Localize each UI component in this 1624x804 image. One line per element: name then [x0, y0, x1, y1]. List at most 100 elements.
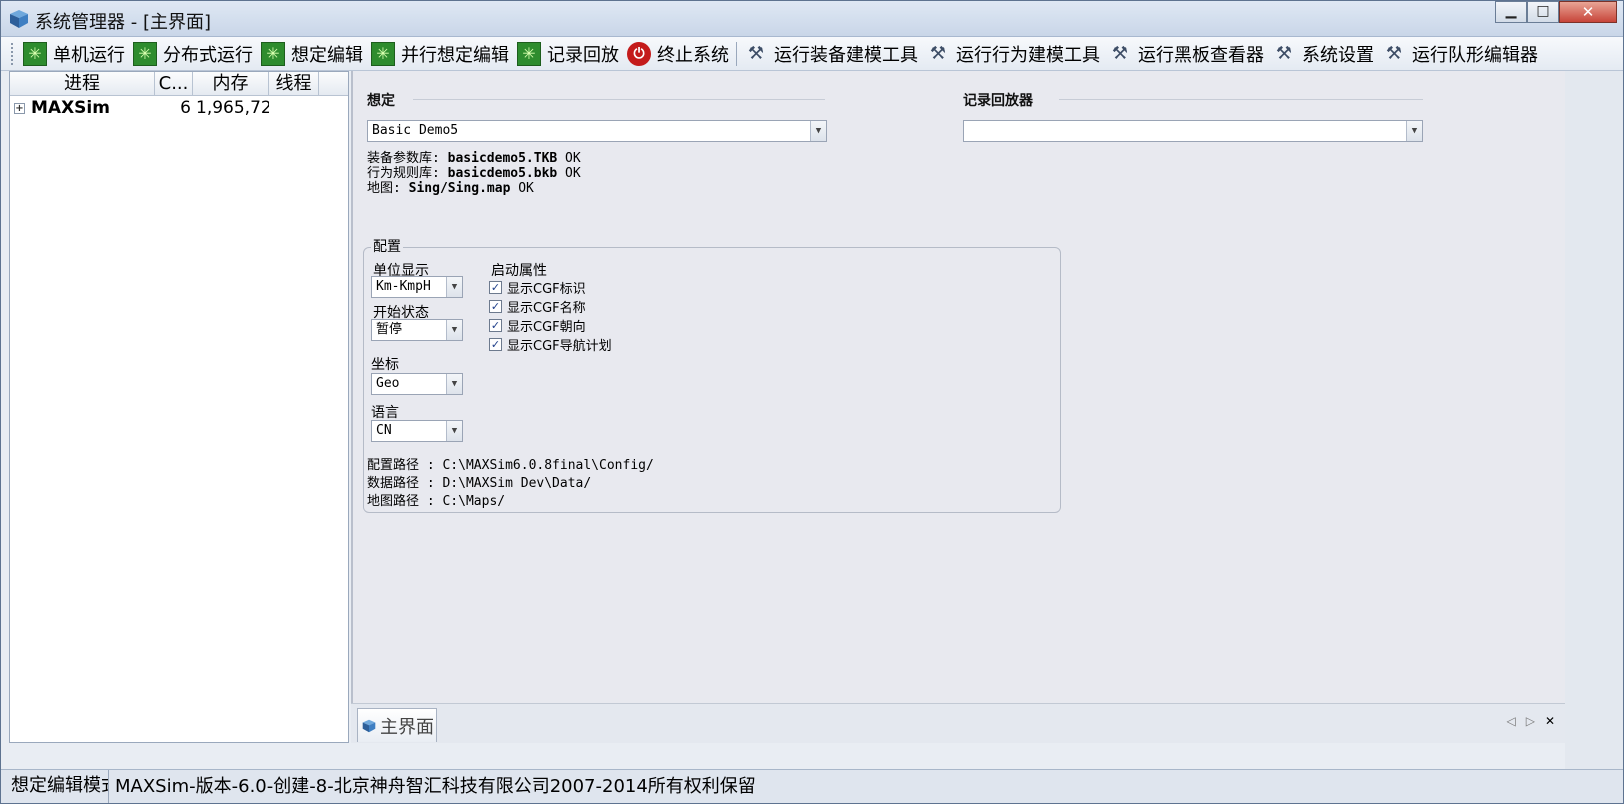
close-button[interactable]: ✕ [1559, 1, 1617, 23]
system-settings-button[interactable]: ⚒ 系统设置 [1268, 39, 1378, 69]
parallel-scenario-edit-button[interactable]: ✳ 并行想定编辑 [367, 39, 513, 69]
scenario-select[interactable]: Basic Demo5 ▼ [367, 120, 827, 142]
green-star-icon: ✳ [261, 41, 285, 66]
config-group-title: 配置 [371, 236, 403, 256]
document-tab-strip: 主界面 ◁ ▷ ✕ [351, 703, 1565, 743]
show-cgf-heading-checkbox[interactable]: ✓ 显示CGF朝向 [489, 316, 586, 335]
map-status: OK [510, 181, 534, 196]
toolbar-label: 终止系统 [657, 44, 729, 66]
green-star-icon: ✳ [133, 41, 157, 66]
checkbox-label: 显示CGF导航计划 [507, 339, 612, 354]
chevron-down-icon[interactable]: ▼ [446, 320, 462, 340]
equipment-modeling-tool-button[interactable]: ⚒ 运行装备建模工具 [740, 39, 922, 69]
show-cgf-nav-plan-checkbox[interactable]: ✓ 显示CGF导航计划 [489, 335, 612, 354]
checkbox-checked-icon[interactable]: ✓ [489, 281, 502, 294]
start-state-select[interactable]: 暂停 ▼ [371, 319, 463, 341]
tools-icon: ⚒ [929, 43, 947, 64]
green-star-icon: ✳ [371, 41, 395, 66]
scenario-selected-value: Basic Demo5 [372, 123, 459, 138]
green-star-icon: ✳ [23, 41, 47, 66]
column-header-memory[interactable]: 内存 [193, 72, 269, 95]
toolbar-label: 系统设置 [1302, 44, 1374, 66]
tools-icon: ⚒ [1385, 43, 1403, 64]
green-star-icon: ✳ [517, 41, 541, 66]
chevron-down-icon[interactable]: ▼ [446, 277, 462, 297]
toolbar-label: 运行队形编辑器 [1412, 44, 1538, 66]
tab-scroll-left-icon[interactable]: ◁ [1506, 714, 1515, 728]
standalone-run-button[interactable]: ✳ 单机运行 [19, 39, 129, 69]
chevron-down-icon[interactable]: ▼ [446, 421, 462, 441]
toolbar-label: 运行行为建模工具 [956, 44, 1100, 66]
minimize-button[interactable]: ▁ [1495, 1, 1527, 23]
coordinate-select[interactable]: Geo ▼ [371, 373, 463, 395]
terminate-system-button[interactable]: ⏻ 终止系统 [623, 39, 733, 69]
map-label: 地图: [367, 181, 409, 196]
window-right-margin [1565, 71, 1623, 769]
replayer-select[interactable]: ▼ [963, 120, 1423, 142]
formation-editor-button[interactable]: ⚒ 运行队形编辑器 [1378, 39, 1542, 69]
unit-display-value: Km-KmpH [376, 279, 431, 294]
toolbar-label: 记录回放 [547, 44, 619, 66]
close-icon: ✕ [1581, 3, 1595, 21]
toolbar-label: 分布式运行 [163, 44, 253, 66]
data-path: 数据路径 : D:\MAXSim Dev\Data/ [367, 476, 592, 491]
chevron-down-icon[interactable]: ▼ [446, 374, 462, 394]
toolbar-separator [736, 41, 737, 66]
config-path: 配置路径 : C:\MAXSim6.0.8final\Config/ [367, 458, 654, 473]
replayer-section-title: 记录回放器 [963, 93, 1033, 109]
tab-main[interactable]: 主界面 [357, 708, 437, 742]
toolbar-label: 并行想定编辑 [401, 44, 509, 66]
maximize-icon: □ [1536, 3, 1550, 19]
tab-scroll-right-icon[interactable]: ▷ [1526, 714, 1535, 728]
language-label: 语言 [371, 405, 399, 421]
title-bar: 系统管理器 - [主界面] ▁ □ ✕ [1, 1, 1623, 37]
tab-close-icon[interactable]: ✕ [1545, 714, 1555, 728]
record-replay-button[interactable]: ✳ 记录回放 [513, 39, 623, 69]
column-header-process[interactable]: 进程 [10, 72, 155, 95]
toolbar-label: 想定编辑 [291, 44, 363, 66]
language-value: CN [376, 423, 392, 438]
process-name: MAXSim [31, 98, 110, 118]
tools-icon: ⚒ [1275, 43, 1293, 64]
checkbox-checked-icon[interactable]: ✓ [489, 338, 502, 351]
tools-icon: ⚒ [747, 43, 765, 64]
process-c: 6 [180, 98, 191, 118]
expand-icon[interactable]: + [14, 102, 25, 114]
process-panel: 进程 C... 内存 线程 + MAXSim 6 1,965,72 [9, 71, 349, 743]
tools-icon: ⚒ [1111, 43, 1129, 64]
column-header-c[interactable]: C... [155, 72, 193, 95]
minimize-icon: ▁ [1505, 3, 1517, 19]
status-copyright: MAXSim-版本-6.0-创建-8-北京神舟智汇科技有限公司2007-2014… [115, 775, 756, 797]
app-window: 系统管理器 - [主界面] ▁ □ ✕ ✳ 单机运行 ✳ 分布式运行 ✳ 想定编… [0, 0, 1624, 804]
tab-navigation: ◁ ▷ ✕ [1506, 714, 1555, 728]
app-cube-icon [10, 10, 28, 28]
maximize-button[interactable]: □ [1527, 1, 1559, 23]
start-state-value: 暂停 [376, 322, 403, 337]
scenario-edit-button[interactable]: ✳ 想定编辑 [257, 39, 367, 69]
blackboard-viewer-button[interactable]: ⚒ 运行黑板查看器 [1104, 39, 1268, 69]
checkbox-checked-icon[interactable]: ✓ [489, 300, 502, 313]
table-row[interactable]: + MAXSim 6 1,965,72 [10, 96, 348, 120]
language-select[interactable]: CN ▼ [371, 420, 463, 442]
unit-display-select[interactable]: Km-KmpH ▼ [371, 276, 463, 298]
chevron-down-icon[interactable]: ▼ [810, 121, 826, 141]
checkbox-label: 显示CGF名称 [507, 301, 586, 316]
main-toolbar: ✳ 单机运行 ✳ 分布式运行 ✳ 想定编辑 ✳ 并行想定编辑 ✳ 记录回放 ⏻ … [1, 37, 1623, 71]
column-header-threads[interactable]: 线程 [269, 72, 319, 95]
distributed-run-button[interactable]: ✳ 分布式运行 [129, 39, 257, 69]
show-cgf-id-checkbox[interactable]: ✓ 显示CGF标识 [489, 278, 586, 297]
status-mode: 想定编辑模式 [1, 770, 109, 803]
tab-label: 主界面 [380, 716, 434, 738]
behavior-modeling-tool-button[interactable]: ⚒ 运行行为建模工具 [922, 39, 1104, 69]
process-table-header: 进程 C... 内存 线程 [10, 72, 348, 96]
section-divider [1059, 99, 1423, 100]
show-cgf-name-checkbox[interactable]: ✓ 显示CGF名称 [489, 297, 586, 316]
chevron-down-icon[interactable]: ▼ [1406, 121, 1422, 141]
map-line: 地图: Sing/Sing.map OK [367, 177, 534, 196]
checkbox-checked-icon[interactable]: ✓ [489, 319, 502, 332]
toolbar-label: 运行黑板查看器 [1138, 44, 1264, 66]
toolbar-grip[interactable] [11, 42, 15, 65]
startup-props-label: 启动属性 [491, 263, 547, 279]
checkbox-label: 显示CGF标识 [507, 282, 586, 297]
section-divider [413, 99, 825, 100]
